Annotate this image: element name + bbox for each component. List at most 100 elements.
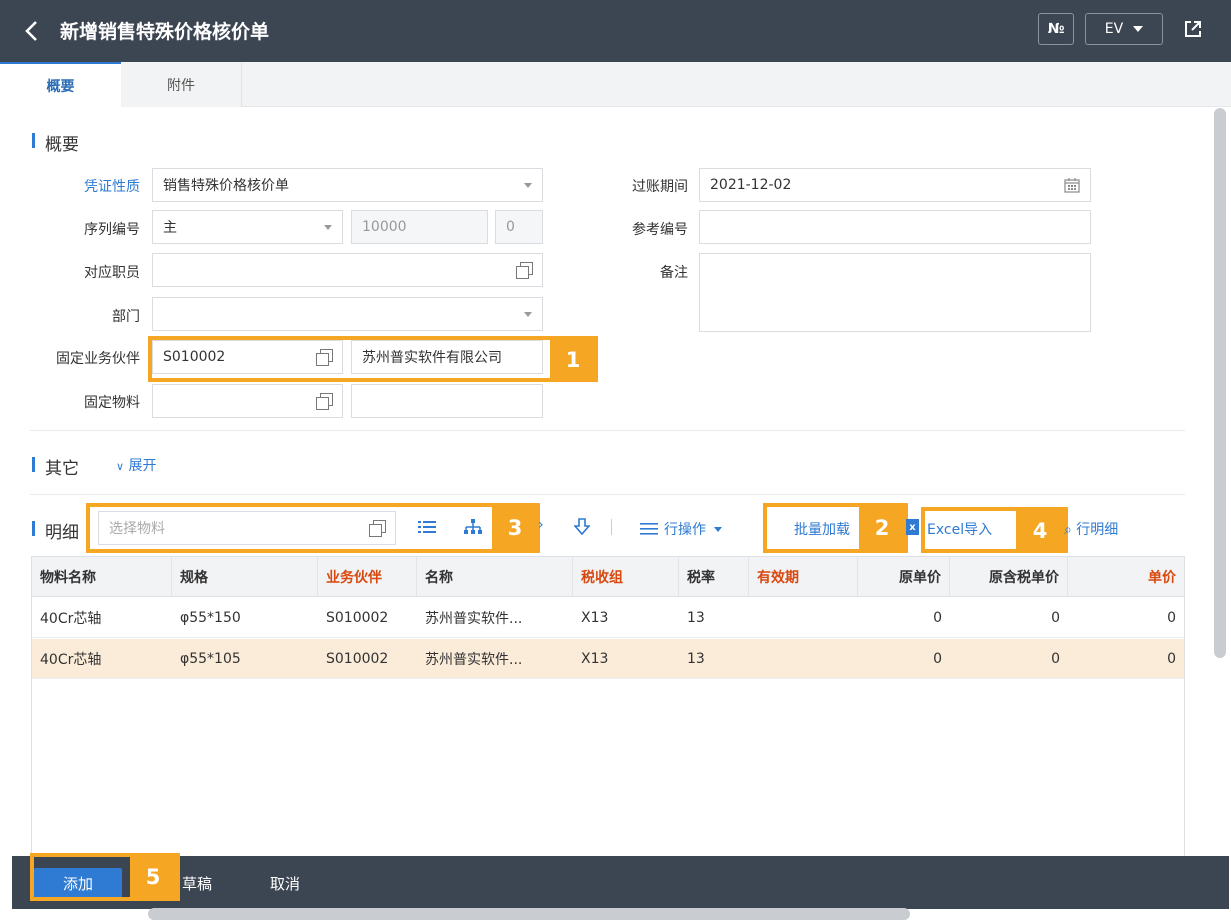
material-label: 固定物料	[84, 395, 140, 411]
serial-value: 主	[163, 220, 177, 236]
voucher-type-label: 凭证性质	[84, 179, 140, 195]
department-label: 部门	[112, 309, 140, 325]
cell-validity	[749, 598, 858, 638]
language-dropdown[interactable]: EV	[1085, 13, 1163, 45]
callout-badge-2: 2	[859, 507, 905, 549]
vertical-scrollbar[interactable]	[1214, 108, 1226, 658]
back-arrow-icon[interactable]	[22, 19, 42, 43]
expand-label: 展开	[128, 458, 157, 474]
cell-material-name: 40Cr芯轴	[40, 611, 102, 627]
serial-suffix-value: 0	[506, 219, 515, 235]
section-title-other: 其它	[32, 454, 79, 479]
column-header[interactable]: 税率	[679, 557, 749, 597]
remark-textarea[interactable]	[699, 253, 1091, 332]
serial-number-value: 10000	[362, 219, 407, 235]
chevron-down-icon	[324, 224, 332, 230]
lookup-icon[interactable]	[316, 393, 333, 410]
table-row[interactable]: 40Cr芯轴 φ55*150 S010002 苏州普实软件... X13 13 …	[32, 598, 1184, 638]
column-header[interactable]: 规格	[172, 557, 318, 597]
search-icon: ⌕	[1064, 522, 1072, 538]
column-header[interactable]: 业务伙伴	[318, 557, 417, 597]
column-header[interactable]: 物料名称	[32, 557, 172, 597]
callout-badge-1: 1	[550, 340, 596, 380]
detail-grid: 物料名称 规格 业务伙伴 名称 税收组 税率 有效期 原单价 原含税单价 单价 …	[31, 556, 1185, 866]
column-header[interactable]: 原含税单价	[950, 557, 1068, 597]
employee-field[interactable]	[152, 253, 543, 287]
cell-tax-group: X13	[581, 651, 609, 667]
cell-partner: S010002	[326, 610, 389, 626]
cell-price: 0	[1167, 651, 1176, 667]
cell-orig-price: 0	[933, 610, 942, 626]
row-detail-button[interactable]: ⌕ 行明细	[1064, 519, 1118, 539]
reference-input[interactable]	[699, 210, 1091, 244]
share-icon[interactable]	[1183, 19, 1203, 39]
language-label: EV	[1104, 21, 1124, 37]
serial-number-field: 10000	[351, 210, 488, 244]
column-header[interactable]: 单价	[1068, 557, 1184, 597]
lookup-icon[interactable]	[516, 262, 533, 279]
tab-bar: 概要 附件	[0, 62, 1231, 107]
cell-name: 苏州普实软件...	[425, 611, 523, 627]
cell-partner: S010002	[326, 651, 389, 667]
column-header[interactable]: 名称	[417, 557, 573, 597]
cell-spec: φ55*105	[180, 651, 241, 667]
excel-icon: x	[906, 519, 919, 535]
voucher-type-value: 销售特殊价格核价单	[163, 178, 289, 194]
column-header[interactable]: 税收组	[573, 557, 679, 597]
reference-label: 参考编号	[632, 222, 688, 238]
callout-badge-3: 3	[492, 507, 538, 549]
section-title-detail: 明细	[32, 518, 79, 543]
cell-tax-rate: 13	[687, 651, 705, 667]
chevron-right-icon[interactable]: ›	[538, 517, 544, 533]
posting-period-field[interactable]: 2021-12-02	[699, 168, 1091, 202]
divider	[30, 494, 1185, 495]
chevron-down-icon	[1133, 26, 1144, 32]
row-operations-dropdown[interactable]: 行操作	[640, 519, 722, 539]
app-header: 新增销售特殊价格核价单 № EV	[0, 0, 1231, 62]
row-detail-label: 行明细	[1076, 522, 1119, 538]
expand-toggle[interactable]: ∨ 展开	[116, 455, 157, 475]
calendar-icon[interactable]	[1064, 177, 1080, 193]
chevron-down-icon	[714, 526, 722, 532]
column-header[interactable]: 有效期	[749, 557, 858, 597]
tab-attachments[interactable]: 附件	[121, 62, 242, 107]
callout-badge-4: 4	[1016, 511, 1064, 551]
cell-price: 0	[1167, 610, 1176, 626]
cell-material-name: 40Cr芯轴	[40, 652, 102, 668]
callout-box-1	[148, 336, 598, 382]
callout-box-3	[86, 503, 540, 553]
posting-period-value: 2021-12-02	[710, 177, 792, 193]
voucher-type-select[interactable]: 销售特殊价格核价单	[152, 168, 543, 202]
serial-label: 序列编号	[84, 222, 140, 238]
department-select[interactable]	[152, 297, 543, 331]
posting-period-label: 过账期间	[632, 179, 688, 195]
serial-suffix-field: 0	[495, 210, 543, 244]
partner-label: 固定业务伙伴	[56, 351, 140, 367]
cell-spec: φ55*150	[180, 610, 241, 626]
row-operations-label: 行操作	[664, 522, 706, 538]
number-button[interactable]: №	[1038, 13, 1074, 45]
cancel-button[interactable]: 取消	[260, 868, 310, 898]
cell-orig-tax-price: 0	[1051, 610, 1060, 626]
material-code-field[interactable]	[152, 384, 343, 418]
arrow-down-icon[interactable]	[574, 518, 590, 536]
cell-tax-group: X13	[581, 610, 609, 626]
chevron-down-icon	[524, 182, 532, 188]
section-title-summary: 概要	[32, 130, 79, 155]
horizontal-scrollbar[interactable]	[148, 908, 910, 920]
page-title: 新增销售特殊价格核价单	[60, 21, 270, 43]
employee-label: 对应职员	[84, 265, 140, 281]
cell-name: 苏州普实软件...	[425, 652, 523, 668]
footer-action-bar: 添加 草稿 取消	[12, 856, 1229, 909]
chevron-down-icon	[524, 311, 532, 317]
menu-icon	[640, 523, 658, 535]
cell-tax-rate: 13	[687, 610, 705, 626]
cell-orig-price: 0	[933, 651, 942, 667]
table-row[interactable]: 40Cr芯轴 φ55*105 S010002 苏州普实软件... X13 13 …	[32, 639, 1184, 679]
tab-summary[interactable]: 概要	[0, 62, 121, 107]
material-name-field[interactable]	[351, 384, 543, 418]
remark-label: 备注	[660, 265, 688, 281]
serial-select[interactable]: 主	[152, 210, 343, 244]
column-header[interactable]: 原单价	[858, 557, 950, 597]
cell-validity	[749, 639, 858, 679]
